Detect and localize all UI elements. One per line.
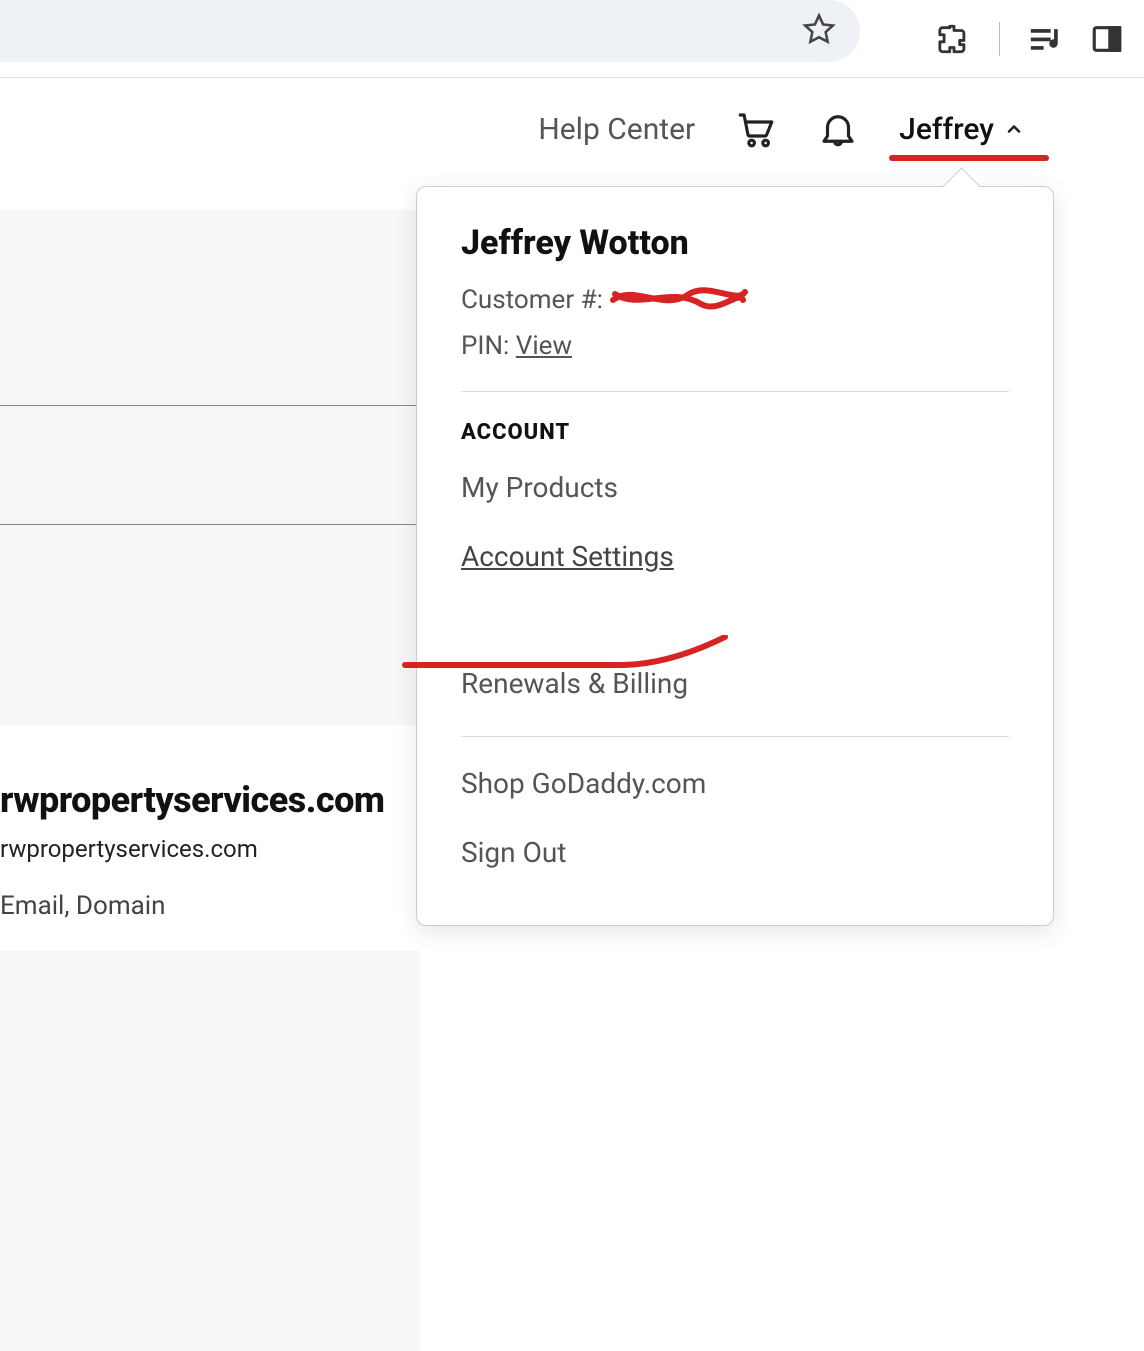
omnibox[interactable] xyxy=(0,0,860,62)
site-header: Help Center Jeffrey xyxy=(0,78,1144,180)
menu-item-shop-godaddy[interactable]: Shop GoDaddy.com xyxy=(461,767,706,800)
domain-title: rwpropertyservices.com xyxy=(0,779,420,821)
browser-action-icons xyxy=(937,22,1124,56)
pin-view-link[interactable]: View xyxy=(516,331,572,361)
extensions-icon[interactable] xyxy=(937,22,971,56)
browser-toolbar xyxy=(0,0,1144,78)
dropdown-divider xyxy=(461,736,1009,737)
domain-card: rwpropertyservices.com rwpropertyservice… xyxy=(0,725,420,951)
domain-subtitle: rwpropertyservices.com xyxy=(0,835,420,863)
background-content: rwpropertyservices.com rwpropertyservice… xyxy=(0,210,420,1351)
toolbar-separator xyxy=(999,22,1000,56)
user-full-name: Jeffrey Wotton xyxy=(461,223,1009,263)
pin-label: PIN: xyxy=(461,331,509,361)
notifications-icon[interactable] xyxy=(817,108,859,150)
redacted-scribble-icon xyxy=(609,288,739,312)
user-dropdown: Jeffrey Wotton Customer #: PIN: View ACC… xyxy=(416,186,1054,926)
user-first-name: Jeffrey xyxy=(899,112,994,147)
annotation-underline-icon xyxy=(889,155,1049,161)
account-section-label: ACCOUNT xyxy=(461,420,1009,445)
help-center-link[interactable]: Help Center xyxy=(538,112,695,147)
menu-item-renewals-billing[interactable]: Renewals & Billing xyxy=(461,667,688,700)
menu-item-sign-out[interactable]: Sign Out xyxy=(461,836,566,869)
chevron-up-icon xyxy=(1004,112,1024,147)
bookmark-star-icon[interactable] xyxy=(802,12,836,50)
background-divider xyxy=(0,524,418,525)
cart-icon[interactable] xyxy=(735,108,777,150)
menu-item-account-settings[interactable]: Account Settings xyxy=(461,540,674,573)
dropdown-divider xyxy=(461,391,1009,392)
customer-number-label: Customer #: xyxy=(461,285,603,315)
customer-number-row: Customer #: xyxy=(461,285,1009,315)
pin-row: PIN: View xyxy=(461,331,1009,361)
menu-item-my-products[interactable]: My Products xyxy=(461,471,618,504)
music-queue-icon[interactable] xyxy=(1028,22,1062,56)
background-divider xyxy=(0,405,418,406)
domain-tags: Email, Domain xyxy=(0,891,420,921)
user-menu-trigger[interactable]: Jeffrey xyxy=(899,112,1024,147)
sidepanel-icon[interactable] xyxy=(1090,22,1124,56)
